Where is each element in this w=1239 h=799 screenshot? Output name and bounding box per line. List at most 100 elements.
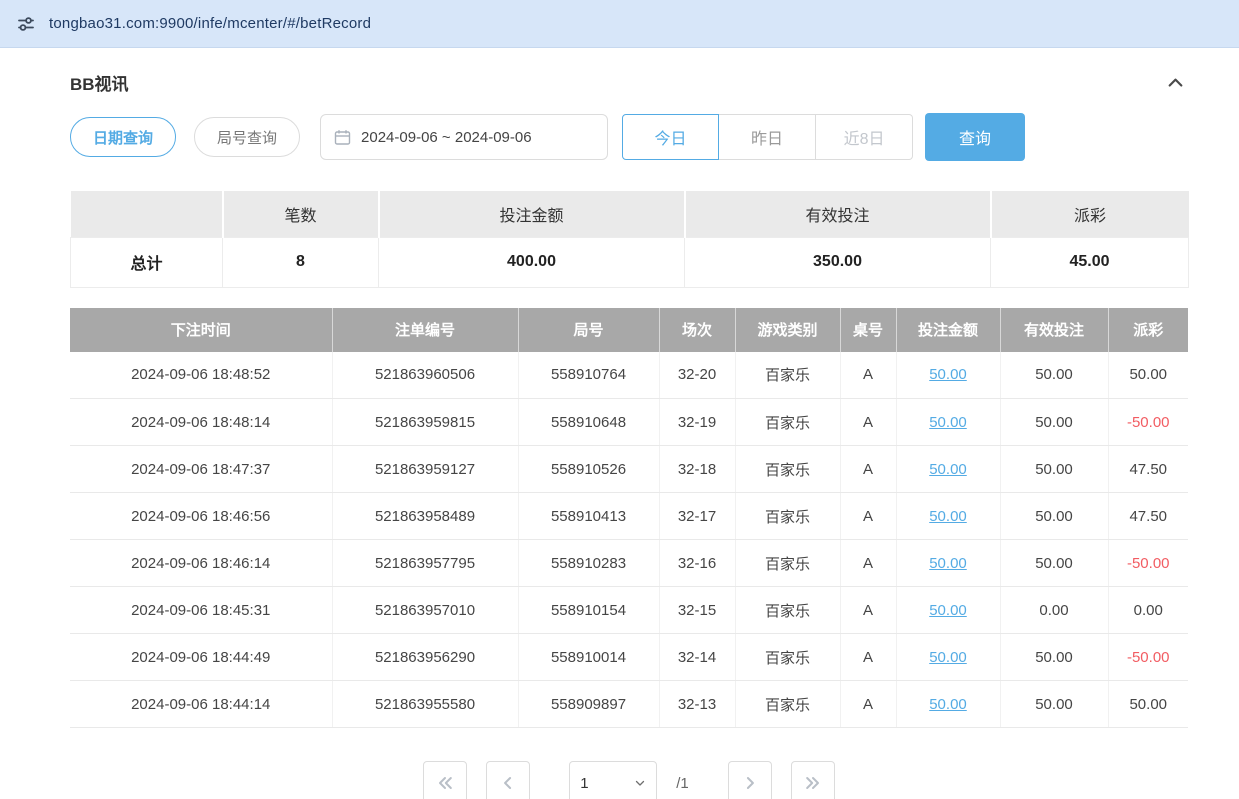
bet-amount-cell: 50.00	[896, 352, 1000, 399]
bet-amount-cell: 50.00	[896, 587, 1000, 634]
session-cell: 32-16	[659, 540, 735, 587]
next-page-button[interactable]	[728, 761, 772, 799]
column-header: 笔数	[223, 191, 379, 237]
chevron-left-icon	[498, 773, 518, 793]
double-chevron-right-icon	[803, 773, 823, 793]
session-cell: 32-19	[659, 399, 735, 446]
chevron-up-icon	[1165, 73, 1186, 93]
first-page-button[interactable]	[423, 761, 467, 799]
calendar-icon	[334, 129, 351, 146]
summary-total-row: 总计 8 400.00 350.00 45.00	[71, 237, 1189, 287]
bet-amount-cell: 50.00	[896, 399, 1000, 446]
column-header: 桌号	[840, 308, 896, 352]
valid-bet-cell: 50.00	[1000, 446, 1108, 493]
column-header: 局号	[518, 308, 659, 352]
table-no-cell: A	[840, 446, 896, 493]
payout-cell: -50.00	[1108, 540, 1188, 587]
page-select[interactable]: 1	[569, 761, 657, 799]
bet-time-cell: 2024-09-06 18:45:31	[70, 587, 332, 634]
table-row: 2024-09-06 18:45:31 521863957010 5589101…	[70, 587, 1188, 634]
site-settings-icon[interactable]	[16, 14, 36, 34]
bet-amount-link[interactable]: 50.00	[929, 649, 967, 666]
prev-page-button[interactable]	[486, 761, 530, 799]
table-row: 2024-09-06 18:48:14 521863959815 5589106…	[70, 399, 1188, 446]
bet-amount-link[interactable]: 50.00	[929, 602, 967, 619]
game-type-cell: 百家乐	[735, 352, 840, 399]
page-select-value: 1	[580, 775, 588, 792]
table-no-cell: A	[840, 587, 896, 634]
column-header: 场次	[659, 308, 735, 352]
order-id-cell: 521863955580	[332, 681, 518, 728]
total-count: 8	[223, 237, 379, 287]
table-row: 2024-09-06 18:48:52 521863960506 5589107…	[70, 352, 1188, 399]
total-bet-amount: 400.00	[379, 237, 685, 287]
game-type-cell: 百家乐	[735, 540, 840, 587]
table-row: 2024-09-06 18:44:14 521863955580 5589098…	[70, 681, 1188, 728]
payout-cell: 50.00	[1108, 352, 1188, 399]
session-cell: 32-20	[659, 352, 735, 399]
game-type-cell: 百家乐	[735, 634, 840, 681]
bet-amount-cell: 50.00	[896, 540, 1000, 587]
session-cell: 32-15	[659, 587, 735, 634]
bet-amount-link[interactable]: 50.00	[929, 696, 967, 713]
table-no-cell: A	[840, 634, 896, 681]
round-query-tab[interactable]: 局号查询	[194, 117, 300, 157]
round-id-cell: 558910764	[518, 352, 659, 399]
table-row: 2024-09-06 18:46:56 521863958489 5589104…	[70, 493, 1188, 540]
chevron-right-icon	[740, 773, 760, 793]
table-no-cell: A	[840, 540, 896, 587]
order-id-cell: 521863960506	[332, 352, 518, 399]
game-type-cell: 百家乐	[735, 587, 840, 634]
url-text[interactable]: tongbao31.com:9900/infe/mcenter/#/betRec…	[49, 15, 371, 32]
bet-amount-link[interactable]: 50.00	[929, 555, 967, 572]
round-id-cell: 558910014	[518, 634, 659, 681]
panel-header: BB视讯	[70, 70, 1188, 95]
last-page-button[interactable]	[791, 761, 835, 799]
order-id-cell: 521863959127	[332, 446, 518, 493]
payout-cell: 0.00	[1108, 587, 1188, 634]
payout-cell: -50.00	[1108, 634, 1188, 681]
bet-amount-link[interactable]: 50.00	[929, 461, 967, 478]
total-label: 总计	[71, 237, 223, 287]
column-header: 注单编号	[332, 308, 518, 352]
bet-time-cell: 2024-09-06 18:44:14	[70, 681, 332, 728]
summary-header-row: 笔数 投注金额 有效投注 派彩	[71, 191, 1189, 237]
bet-table-header-row: 下注时间 注单编号 局号 场次 游戏类别 桌号 投注金额 有效投注 派彩	[70, 308, 1188, 352]
table-row: 2024-09-06 18:46:14 521863957795 5589102…	[70, 540, 1188, 587]
bet-time-cell: 2024-09-06 18:47:37	[70, 446, 332, 493]
bet-amount-link[interactable]: 50.00	[929, 508, 967, 525]
column-header: 有效投注	[1000, 308, 1108, 352]
last-8-days-button[interactable]: 近8日	[816, 114, 913, 160]
date-range-picker[interactable]: 2024-09-06 ~ 2024-09-06	[320, 114, 608, 160]
valid-bet-cell: 50.00	[1000, 540, 1108, 587]
session-cell: 32-18	[659, 446, 735, 493]
bet-time-cell: 2024-09-06 18:44:49	[70, 634, 332, 681]
search-button[interactable]: 查询	[925, 113, 1025, 161]
total-payout: 45.00	[991, 237, 1189, 287]
date-query-tab[interactable]: 日期查询	[70, 117, 176, 157]
bet-amount-link[interactable]: 50.00	[929, 414, 967, 431]
bet-time-cell: 2024-09-06 18:46:14	[70, 540, 332, 587]
valid-bet-cell: 50.00	[1000, 634, 1108, 681]
total-valid-bet: 350.00	[685, 237, 991, 287]
order-id-cell: 521863957795	[332, 540, 518, 587]
bet-amount-cell: 50.00	[896, 446, 1000, 493]
bet-amount-link[interactable]: 50.00	[929, 366, 967, 383]
collapse-button[interactable]	[1163, 71, 1188, 95]
summary-table: 笔数 投注金额 有效投注 派彩 总计 8 400.00 350.00 45.00	[70, 191, 1189, 288]
order-id-cell: 521863958489	[332, 493, 518, 540]
page-total-label: /1	[676, 775, 689, 792]
today-button[interactable]: 今日	[622, 114, 719, 160]
table-no-cell: A	[840, 681, 896, 728]
column-header: 投注金额	[896, 308, 1000, 352]
order-id-cell: 521863959815	[332, 399, 518, 446]
bet-time-cell: 2024-09-06 18:48:52	[70, 352, 332, 399]
valid-bet-cell: 0.00	[1000, 587, 1108, 634]
order-id-cell: 521863956290	[332, 634, 518, 681]
game-type-cell: 百家乐	[735, 493, 840, 540]
bet-amount-cell: 50.00	[896, 493, 1000, 540]
valid-bet-cell: 50.00	[1000, 399, 1108, 446]
round-id-cell: 558910526	[518, 446, 659, 493]
bet-amount-cell: 50.00	[896, 634, 1000, 681]
yesterday-button[interactable]: 昨日	[719, 114, 816, 160]
